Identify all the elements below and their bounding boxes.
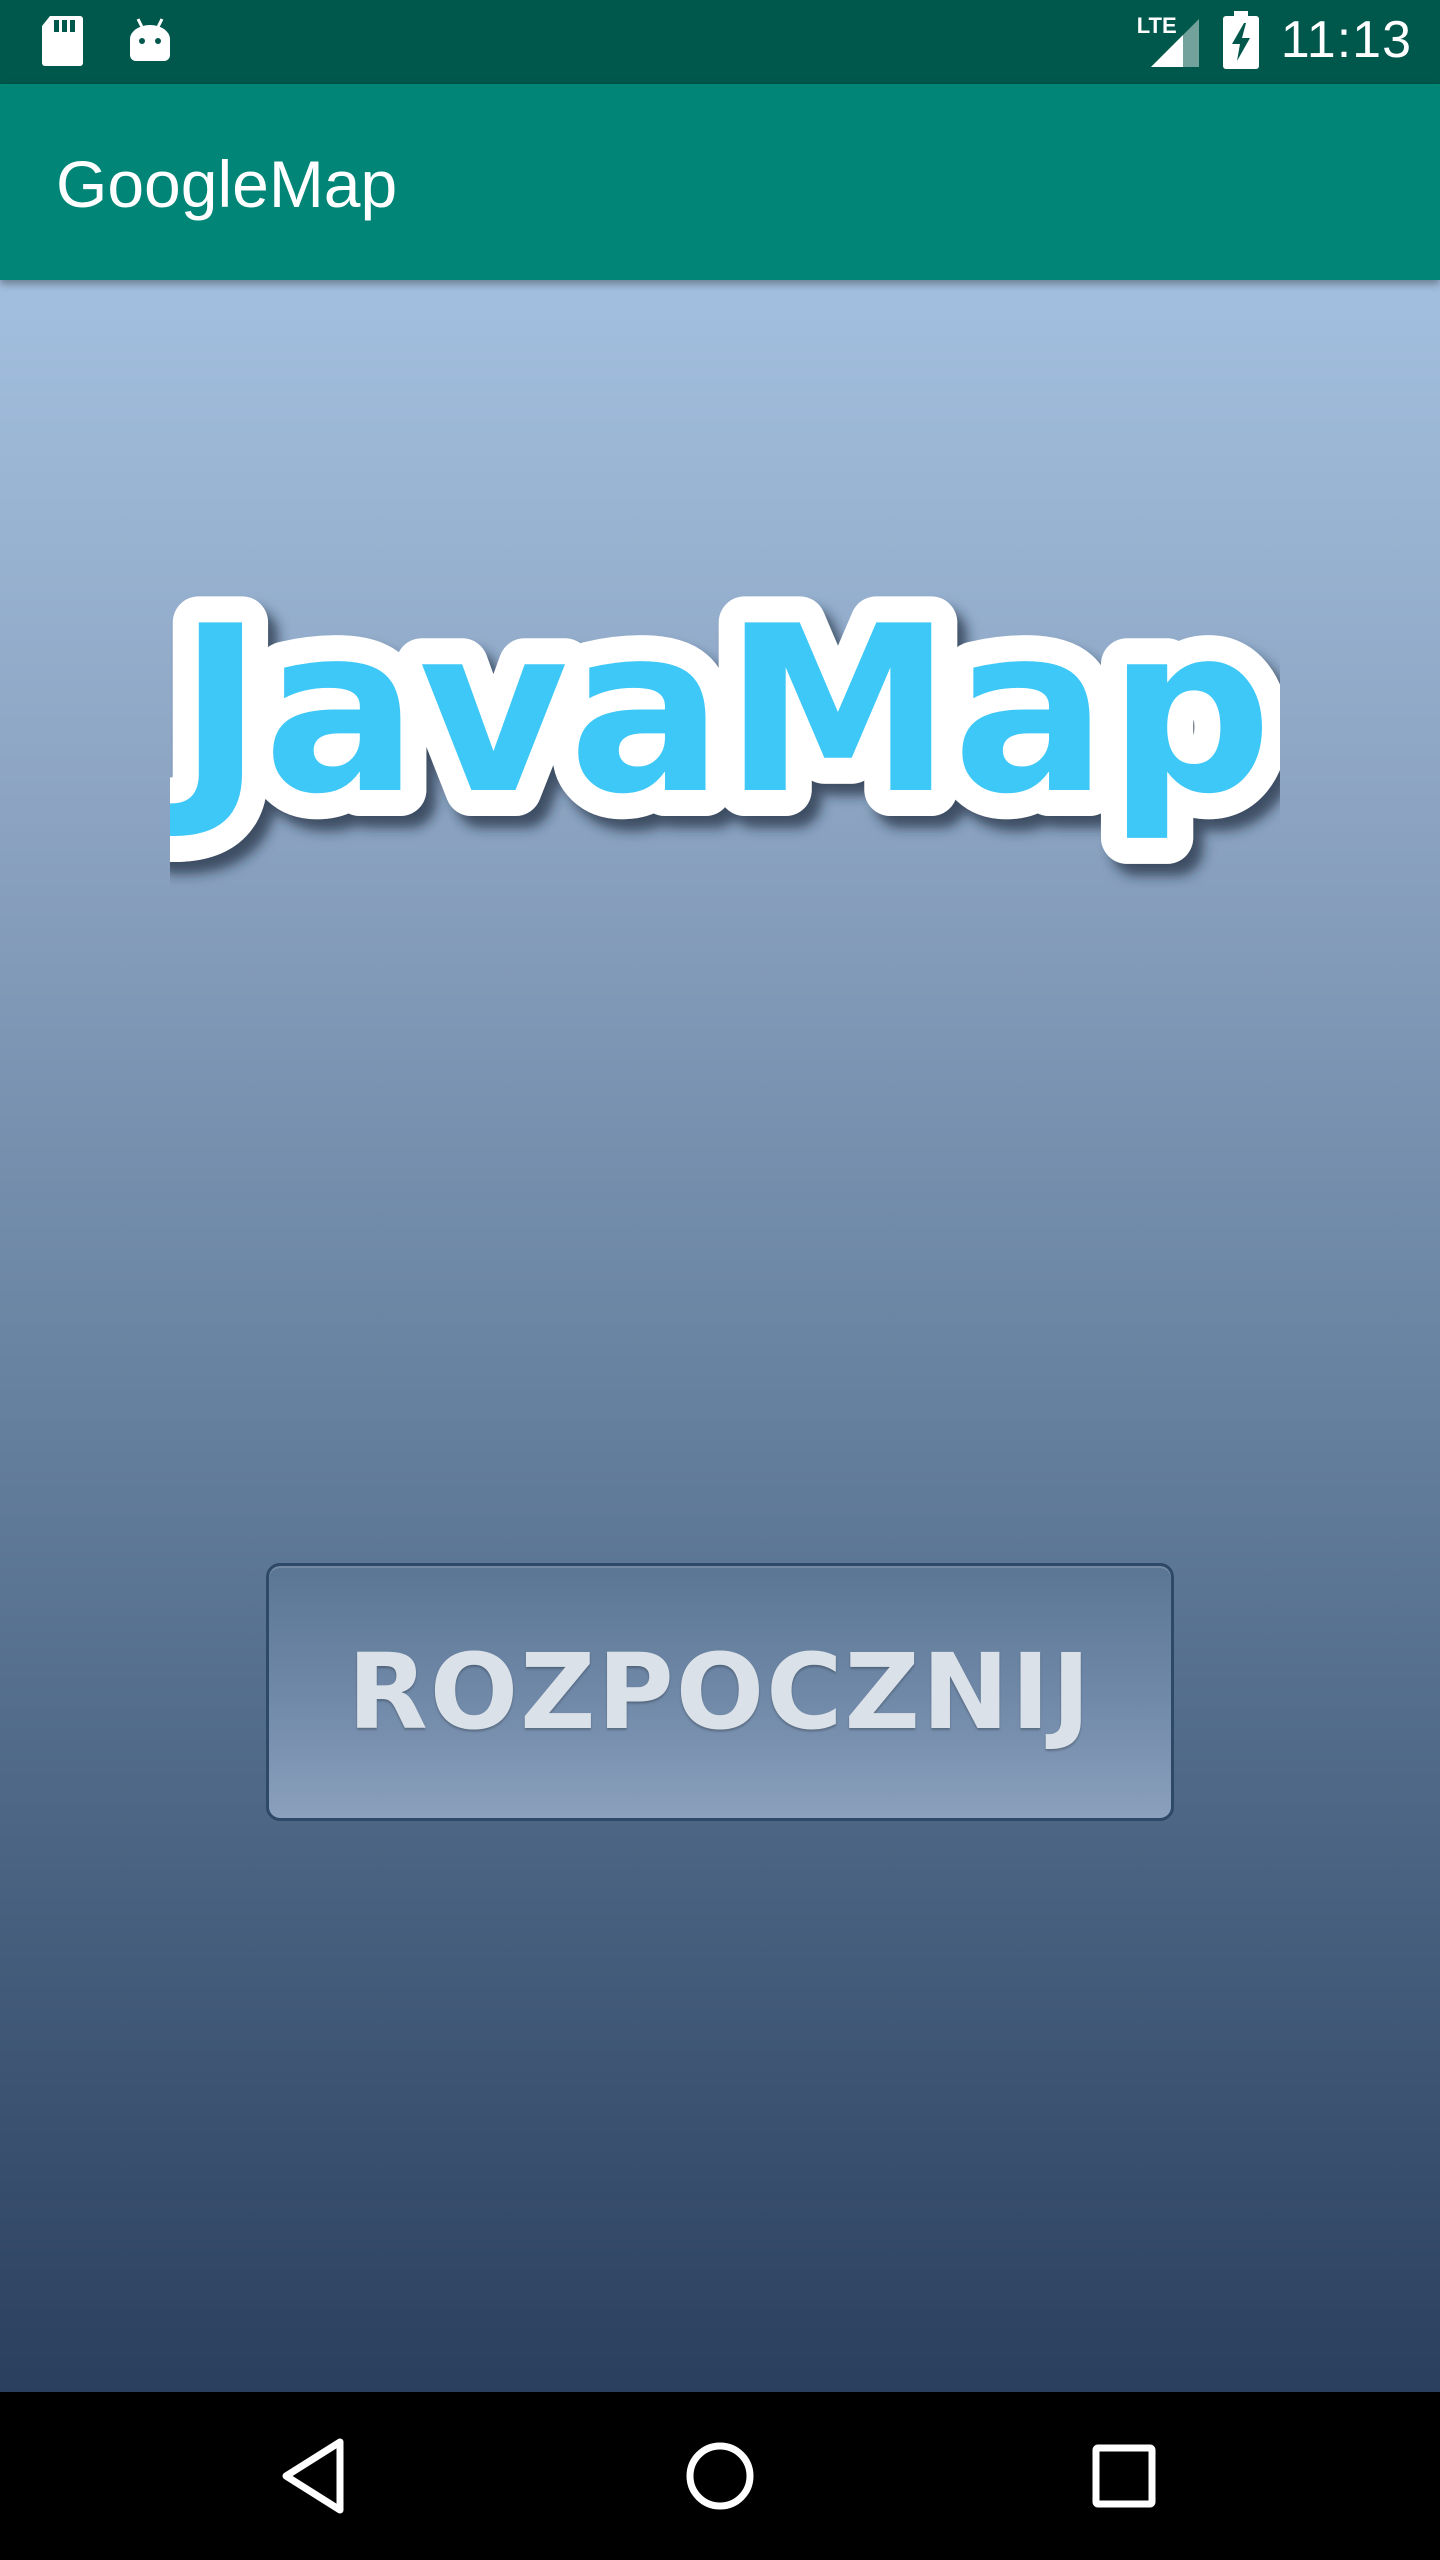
status-bar: LTE 11:13	[0, 0, 1440, 84]
android-icon	[130, 18, 170, 61]
javamap-logo: JavaMap JavaMap	[170, 552, 1280, 871]
battery-charging-icon	[1222, 11, 1259, 69]
app-title: GoogleMap	[56, 147, 398, 221]
back-icon[interactable]	[272, 2432, 360, 2520]
svg-text:JavaMap: JavaMap	[170, 578, 1272, 845]
main-content: JavaMap JavaMap ROZPOCZNIJ	[0, 280, 1440, 2392]
start-button-label: ROZPOCZNIJ	[347, 1631, 1093, 1753]
navigation-bar	[0, 2392, 1440, 2560]
clock: 11:13	[1280, 11, 1412, 69]
start-button[interactable]: ROZPOCZNIJ	[266, 1563, 1174, 1821]
recents-icon[interactable]	[1080, 2432, 1168, 2520]
signal-icon: LTE	[1137, 11, 1201, 69]
home-icon[interactable]	[676, 2432, 764, 2520]
sd-card-icon	[42, 16, 83, 66]
app-bar: GoogleMap	[0, 84, 1440, 280]
